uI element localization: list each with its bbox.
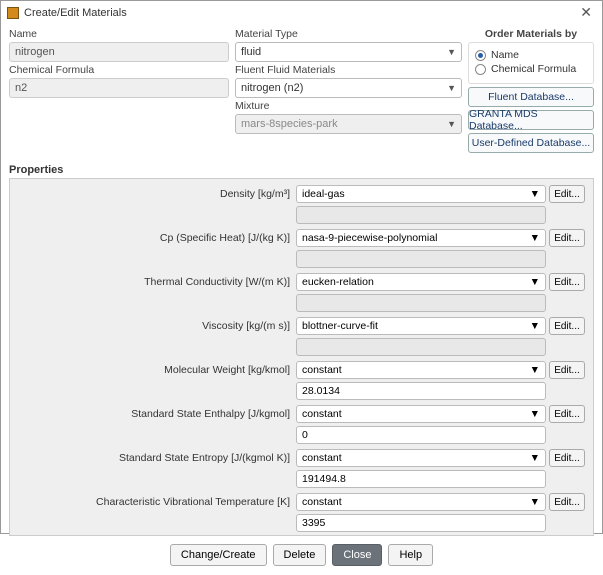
property-method-combo[interactable]: nasa-9-piecewise-polynomial▼	[296, 229, 546, 247]
property-value-row: 191494.8	[18, 470, 585, 488]
property-row: Molecular Weight [kg/kmol]constant▼Edit.…	[18, 361, 585, 379]
formula-label: Chemical Formula	[9, 64, 229, 76]
mixture-label: Mixture	[235, 100, 462, 112]
chevron-down-icon: ▼	[447, 119, 456, 129]
edit-button[interactable]: Edit...	[549, 273, 585, 291]
property-value-row	[18, 338, 585, 356]
property-value-field[interactable]: 0	[296, 426, 546, 444]
order-by-title: Order Materials by	[468, 28, 594, 40]
property-row: Density [kg/m³]ideal-gas▼Edit...	[18, 185, 585, 203]
chevron-down-icon: ▼	[530, 188, 540, 200]
property-method-combo[interactable]: ideal-gas▼	[296, 185, 546, 203]
edit-button[interactable]: Edit...	[549, 229, 585, 247]
close-icon[interactable]: ✕	[576, 4, 596, 21]
name-field[interactable]: nitrogen	[9, 42, 229, 62]
edit-button[interactable]: Edit...	[549, 449, 585, 467]
material-type-combo[interactable]: fluid▼	[235, 42, 462, 62]
property-label: Standard State Entropy [J/(kgmol K)]	[18, 452, 296, 464]
change-create-button[interactable]: Change/Create	[170, 544, 267, 566]
edit-button[interactable]: Edit...	[549, 317, 585, 335]
properties-title: Properties	[9, 164, 594, 176]
property-label: Characteristic Vibrational Temperature […	[18, 496, 296, 508]
chevron-down-icon: ▼	[530, 232, 540, 244]
chevron-down-icon: ▼	[447, 83, 456, 93]
property-method-combo[interactable]: constant▼	[296, 405, 546, 423]
help-button[interactable]: Help	[388, 544, 433, 566]
edit-button[interactable]: Edit...	[549, 361, 585, 379]
chevron-down-icon: ▼	[530, 452, 540, 464]
order-by-box: Name Chemical Formula	[468, 42, 594, 84]
property-value-field[interactable]: 3395	[296, 514, 546, 532]
close-button[interactable]: Close	[332, 544, 382, 566]
property-value-row: 3395	[18, 514, 585, 532]
property-row: Standard State Entropy [J/(kgmol K)]cons…	[18, 449, 585, 467]
property-method-combo[interactable]: constant▼	[296, 361, 546, 379]
property-label: Molecular Weight [kg/kmol]	[18, 364, 296, 376]
properties-panel: Density [kg/m³]ideal-gas▼Edit...Cp (Spec…	[9, 178, 594, 536]
order-by-formula-radio[interactable]: Chemical Formula	[475, 63, 587, 75]
edit-button[interactable]: Edit...	[549, 185, 585, 203]
name-label: Name	[9, 28, 229, 40]
property-value-row	[18, 206, 585, 224]
delete-button[interactable]: Delete	[273, 544, 327, 566]
fluent-materials-label: Fluent Fluid Materials	[235, 64, 462, 76]
radio-icon	[475, 64, 486, 75]
property-value-row: 28.0134	[18, 382, 585, 400]
window-title: Create/Edit Materials	[24, 7, 127, 19]
property-row: Characteristic Vibrational Temperature […	[18, 493, 585, 511]
dialog-create-edit-materials: Create/Edit Materials ✕ Name nitrogen Ch…	[0, 0, 603, 534]
chevron-down-icon: ▼	[530, 320, 540, 332]
fluent-database-button[interactable]: Fluent Database...	[468, 87, 594, 107]
chevron-down-icon: ▼	[530, 408, 540, 420]
property-label: Viscosity [kg/(m s)]	[18, 320, 296, 332]
edit-button[interactable]: Edit...	[549, 405, 585, 423]
property-label: Density [kg/m³]	[18, 188, 296, 200]
property-label: Thermal Conductivity [W/(m K)]	[18, 276, 296, 288]
titlebar: Create/Edit Materials ✕	[1, 1, 602, 24]
property-row: Cp (Specific Heat) [J/(kg K)]nasa-9-piec…	[18, 229, 585, 247]
property-row: Viscosity [kg/(m s)]blottner-curve-fit▼E…	[18, 317, 585, 335]
property-label: Standard State Enthalpy [J/kgmol]	[18, 408, 296, 420]
mixture-combo[interactable]: mars-8species-park▼	[235, 114, 462, 134]
property-value-row	[18, 250, 585, 268]
material-type-label: Material Type	[235, 28, 462, 40]
dialog-footer: Change/Create Delete Close Help	[1, 536, 602, 575]
property-row: Standard State Enthalpy [J/kgmol]constan…	[18, 405, 585, 423]
property-method-combo[interactable]: eucken-relation▼	[296, 273, 546, 291]
fluent-materials-combo[interactable]: nitrogen (n2)▼	[235, 78, 462, 98]
property-value-field[interactable]: 191494.8	[296, 470, 546, 488]
property-value-field[interactable]: 28.0134	[296, 382, 546, 400]
property-value-field[interactable]	[296, 338, 546, 356]
chevron-down-icon: ▼	[530, 496, 540, 508]
chevron-down-icon: ▼	[530, 364, 540, 376]
property-value-field[interactable]	[296, 294, 546, 312]
chevron-down-icon: ▼	[530, 276, 540, 288]
user-database-button[interactable]: User-Defined Database...	[468, 133, 594, 153]
property-value-row	[18, 294, 585, 312]
formula-field[interactable]: n2	[9, 78, 229, 98]
property-label: Cp (Specific Heat) [J/(kg K)]	[18, 232, 296, 244]
property-method-combo[interactable]: constant▼	[296, 493, 546, 511]
property-value-field[interactable]	[296, 206, 546, 224]
radio-icon	[475, 50, 486, 61]
property-value-field[interactable]	[296, 250, 546, 268]
edit-button[interactable]: Edit...	[549, 493, 585, 511]
property-method-combo[interactable]: blottner-curve-fit▼	[296, 317, 546, 335]
property-method-combo[interactable]: constant▼	[296, 449, 546, 467]
app-icon	[7, 7, 19, 19]
chevron-down-icon: ▼	[447, 47, 456, 57]
order-by-name-radio[interactable]: Name	[475, 49, 587, 61]
granta-database-button[interactable]: GRANTA MDS Database...	[468, 110, 594, 130]
property-value-row: 0	[18, 426, 585, 444]
property-row: Thermal Conductivity [W/(m K)]eucken-rel…	[18, 273, 585, 291]
